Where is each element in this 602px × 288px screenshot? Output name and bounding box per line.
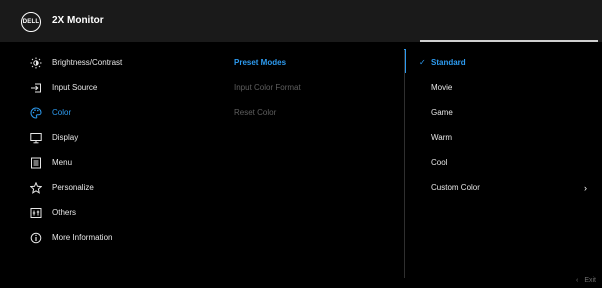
brightness-icon <box>30 57 42 69</box>
preset-option-label: Cool <box>431 158 448 167</box>
check-icon: ✓ <box>419 58 426 67</box>
menu-icon <box>30 157 42 169</box>
menu-item-label: Brightness/Contrast <box>52 58 123 67</box>
osd-header: DELL 2X Monitor <box>0 0 602 42</box>
menu-item-label: Personalize <box>52 183 94 192</box>
preset-option-label: Warm <box>431 133 453 142</box>
preset-option-standard[interactable]: ✓ Standard <box>405 50 602 75</box>
others-icon <box>30 207 42 219</box>
header-divider <box>420 40 598 42</box>
preset-option-label: Standard <box>431 58 466 67</box>
menu-item-color[interactable]: Color <box>0 100 222 125</box>
menu-item-label: Menu <box>52 158 73 167</box>
input-source-icon <box>30 82 42 94</box>
menu-item-label: Display <box>52 133 79 142</box>
preset-option-movie[interactable]: Movie <box>405 75 602 100</box>
preset-option-label: Movie <box>431 83 453 92</box>
menu-item-menu[interactable]: Menu <box>0 150 222 175</box>
star-icon <box>30 181 42 194</box>
menu-item-label: Color <box>52 108 72 117</box>
preset-option-game[interactable]: Game <box>405 100 602 125</box>
menu-item-more-information[interactable]: More Information <box>0 225 222 250</box>
submenu-item-preset-modes[interactable]: Preset Modes <box>234 50 286 75</box>
monitor-title: 2X Monitor <box>52 15 104 26</box>
exit-label: Exit <box>584 277 596 284</box>
preset-modes-list: ✓ Standard Movie Game Warm Cool Custom C… <box>404 50 602 278</box>
menu-item-personalize[interactable]: Personalize <box>0 175 222 200</box>
chevron-right-icon: › <box>584 183 587 193</box>
info-icon <box>30 232 42 244</box>
preset-option-custom-color[interactable]: Custom Color › <box>405 175 602 200</box>
menu-item-others[interactable]: Others <box>0 200 222 225</box>
preset-option-cool[interactable]: Cool <box>405 150 602 175</box>
preset-option-warm[interactable]: Warm <box>405 125 602 150</box>
menu-item-display[interactable]: Display <box>0 125 222 150</box>
display-icon <box>30 132 42 144</box>
chevron-left-icon: ‹ <box>575 277 579 284</box>
preset-option-label: Game <box>431 108 453 117</box>
menu-item-label: Others <box>52 208 77 217</box>
exit-button[interactable]: ‹ Exit <box>576 277 596 284</box>
submenu-item-input-color-format[interactable]: Input Color Format <box>234 75 301 100</box>
menu-item-brightness-contrast[interactable]: Brightness/Contrast <box>0 50 222 75</box>
menu-item-label: Input Source <box>52 83 98 92</box>
menu-item-label: More Information <box>52 233 113 242</box>
palette-icon <box>30 106 42 119</box>
dell-logo: DELL <box>21 12 41 32</box>
menu-item-input-source[interactable]: Input Source <box>0 75 222 100</box>
preset-option-label: Custom Color <box>431 183 480 192</box>
submenu-item-reset-color[interactable]: Reset Color <box>234 100 276 125</box>
